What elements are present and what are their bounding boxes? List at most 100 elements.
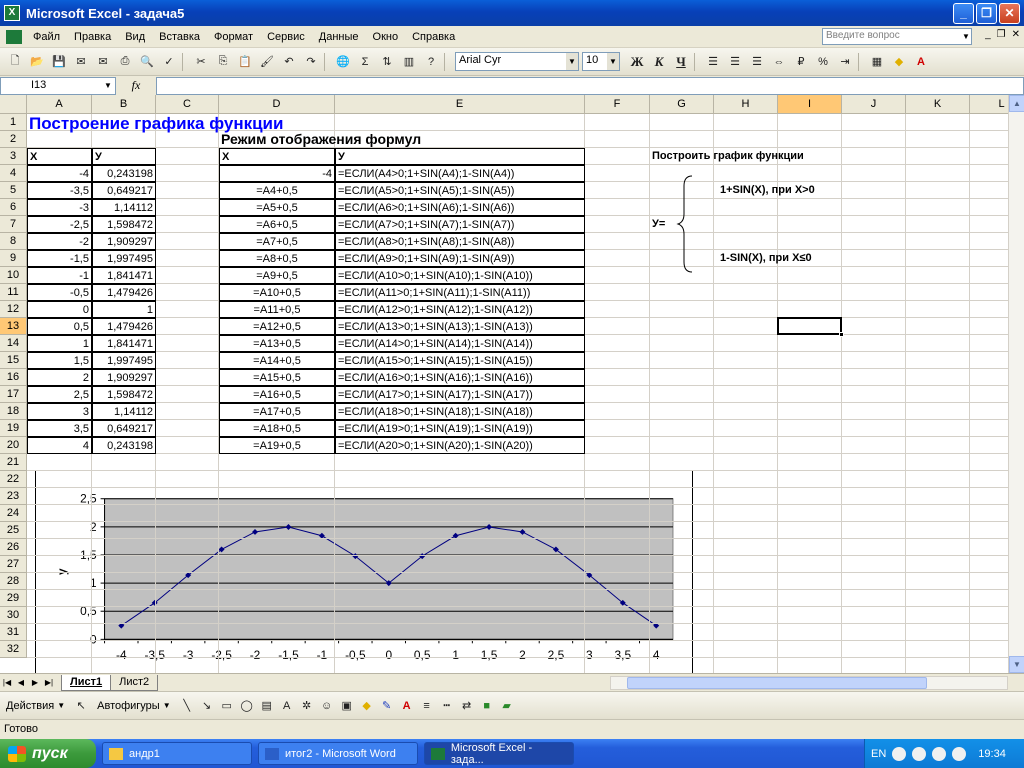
row-header[interactable]: 32 [0, 641, 27, 658]
menu-item[interactable]: Вид [118, 29, 152, 45]
y-value-cell[interactable]: 1,479426 [92, 284, 156, 301]
autosum-icon[interactable]: Σ [354, 51, 376, 73]
line-icon[interactable]: ╲ [177, 695, 197, 717]
row-header[interactable]: 30 [0, 607, 27, 624]
x-formula-cell[interactable]: =A7+0,5 [219, 233, 335, 250]
language-indicator[interactable]: EN [871, 748, 886, 760]
x-formula-cell[interactable]: -4 [219, 165, 335, 182]
first-sheet-icon[interactable]: |◀ [0, 676, 14, 690]
menu-item[interactable]: Правка [67, 29, 118, 45]
x-value-cell[interactable]: -0,5 [27, 284, 92, 301]
y-value-cell[interactable]: 0,649217 [92, 420, 156, 437]
menu-item[interactable]: Окно [366, 29, 406, 45]
wordart-icon[interactable]: A [277, 695, 297, 717]
taskbar-button[interactable]: Microsoft Excel - зада... [424, 742, 574, 766]
start-button[interactable]: пуск [0, 739, 96, 768]
print-preview-icon[interactable]: 🔍 [136, 51, 158, 73]
tray-icon[interactable] [892, 746, 907, 761]
spreadsheet-grid[interactable]: 00,511,522,5-4-3,5-3-2,5-2-1,5-1-0,500,5… [0, 95, 1010, 673]
column-header[interactable]: E [335, 95, 585, 114]
row-header[interactable]: 2 [0, 131, 27, 148]
row-header[interactable]: 8 [0, 233, 27, 250]
x-formula-cell[interactable]: =A18+0,5 [219, 420, 335, 437]
column-header[interactable]: G [650, 95, 714, 114]
row-header[interactable]: 10 [0, 267, 27, 284]
menu-item[interactable]: Данные [312, 29, 366, 45]
x-formula-cell[interactable]: =A10+0,5 [219, 284, 335, 301]
y-value-cell[interactable]: 1,841471 [92, 335, 156, 352]
sheet-tab[interactable]: Лист2 [110, 674, 159, 691]
insert-function-icon[interactable]: fx [116, 78, 156, 93]
x-value-cell[interactable]: 0 [27, 301, 92, 318]
x-value-cell[interactable]: 2 [27, 369, 92, 386]
y-value-cell[interactable]: 1 [92, 301, 156, 318]
autoshapes-menu[interactable]: Автофигуры [97, 700, 160, 712]
next-sheet-icon[interactable]: ▶ [28, 676, 42, 690]
header-y-formula[interactable]: У [335, 148, 585, 165]
x-formula-cell[interactable]: =A17+0,5 [219, 403, 335, 420]
x-formula-cell[interactable]: =A12+0,5 [219, 318, 335, 335]
y-formula-cell[interactable]: =ЕСЛИ(A7>0;1+SIN(A7);1-SIN(A7)) [335, 216, 585, 233]
paste-icon[interactable]: 📋 [234, 51, 256, 73]
fill-color-icon[interactable]: ◆ [357, 695, 377, 717]
restore-button[interactable]: ❐ [976, 3, 997, 24]
save-icon[interactable]: 💾 [48, 51, 70, 73]
row-header[interactable]: 13 [0, 318, 27, 335]
row-header[interactable]: 26 [0, 539, 27, 556]
clipart-icon[interactable]: ☺ [317, 695, 337, 717]
currency-icon[interactable]: ₽ [790, 51, 812, 73]
font-name-select[interactable]: Arial Cyr ▼ [455, 52, 579, 71]
copy-icon[interactable]: ⎘ [212, 51, 234, 73]
3d-icon[interactable]: ▰ [497, 695, 517, 717]
y-value-cell[interactable]: 1,841471 [92, 267, 156, 284]
menu-item[interactable]: Формат [207, 29, 260, 45]
fill-handle[interactable] [839, 332, 844, 337]
indent-icon[interactable]: ⇥ [834, 51, 856, 73]
row-header[interactable]: 9 [0, 250, 27, 267]
x-formula-cell[interactable]: =A9+0,5 [219, 267, 335, 284]
line-color-icon[interactable]: ✎ [377, 695, 397, 717]
x-formula-cell[interactable]: =A15+0,5 [219, 369, 335, 386]
column-header[interactable]: L [970, 95, 1010, 114]
x-value-cell[interactable]: -1,5 [27, 250, 92, 267]
row-header[interactable]: 27 [0, 556, 27, 573]
chart-wizard-icon[interactable]: ▥ [398, 51, 420, 73]
y-formula-cell[interactable]: =ЕСЛИ(A6>0;1+SIN(A6);1-SIN(A6)) [335, 199, 585, 216]
row-header[interactable]: 23 [0, 488, 27, 505]
x-formula-cell[interactable]: =A14+0,5 [219, 352, 335, 369]
x-value-cell[interactable]: -3 [27, 199, 92, 216]
sheet-tab[interactable]: Лист1 [61, 674, 112, 691]
dash-style-icon[interactable]: ┅ [437, 695, 457, 717]
column-header[interactable]: D [219, 95, 335, 114]
row-header[interactable]: 31 [0, 624, 27, 641]
x-value-cell[interactable]: -3,5 [27, 182, 92, 199]
actions-menu[interactable]: Действия [6, 700, 54, 712]
row-header[interactable]: 15 [0, 352, 27, 369]
y-formula-cell[interactable]: =ЕСЛИ(A14>0;1+SIN(A14);1-SIN(A14)) [335, 335, 585, 352]
menu-item[interactable]: Файл [26, 29, 67, 45]
taskbar-button[interactable]: итог2 - Microsoft Word [258, 742, 418, 765]
x-value-cell[interactable]: 1,5 [27, 352, 92, 369]
arrow-style-icon[interactable]: ⇄ [457, 695, 477, 717]
y-formula-cell[interactable]: =ЕСЛИ(A4>0;1+SIN(A4);1-SIN(A4)) [335, 165, 585, 182]
y-value-cell[interactable]: 1,14112 [92, 199, 156, 216]
row-header[interactable]: 4 [0, 165, 27, 182]
column-header[interactable]: F [585, 95, 650, 114]
print-icon[interactable]: ⎙ [114, 51, 136, 73]
y-value-cell[interactable]: 1,14112 [92, 403, 156, 420]
row-header[interactable]: 18 [0, 403, 27, 420]
y-formula-cell[interactable]: =ЕСЛИ(A15>0;1+SIN(A15);1-SIN(A15)) [335, 352, 585, 369]
y-value-cell[interactable]: 0,649217 [92, 182, 156, 199]
align-center-icon[interactable]: ☰ [724, 51, 746, 73]
y-formula-cell[interactable]: =ЕСЛИ(A13>0;1+SIN(A13);1-SIN(A13)) [335, 318, 585, 335]
diagram-icon[interactable]: ✲ [297, 695, 317, 717]
active-cell[interactable] [777, 317, 844, 337]
font-color-icon[interactable]: A [397, 695, 417, 717]
menu-item[interactable]: Справка [405, 29, 462, 45]
x-formula-cell[interactable]: =A6+0,5 [219, 216, 335, 233]
row-header[interactable]: 7 [0, 216, 27, 233]
y-value-cell[interactable]: 0,243198 [92, 165, 156, 182]
x-value-cell[interactable]: 3,5 [27, 420, 92, 437]
x-formula-cell[interactable]: =A16+0,5 [219, 386, 335, 403]
y-formula-cell[interactable]: =ЕСЛИ(A18>0;1+SIN(A18);1-SIN(A18)) [335, 403, 585, 420]
